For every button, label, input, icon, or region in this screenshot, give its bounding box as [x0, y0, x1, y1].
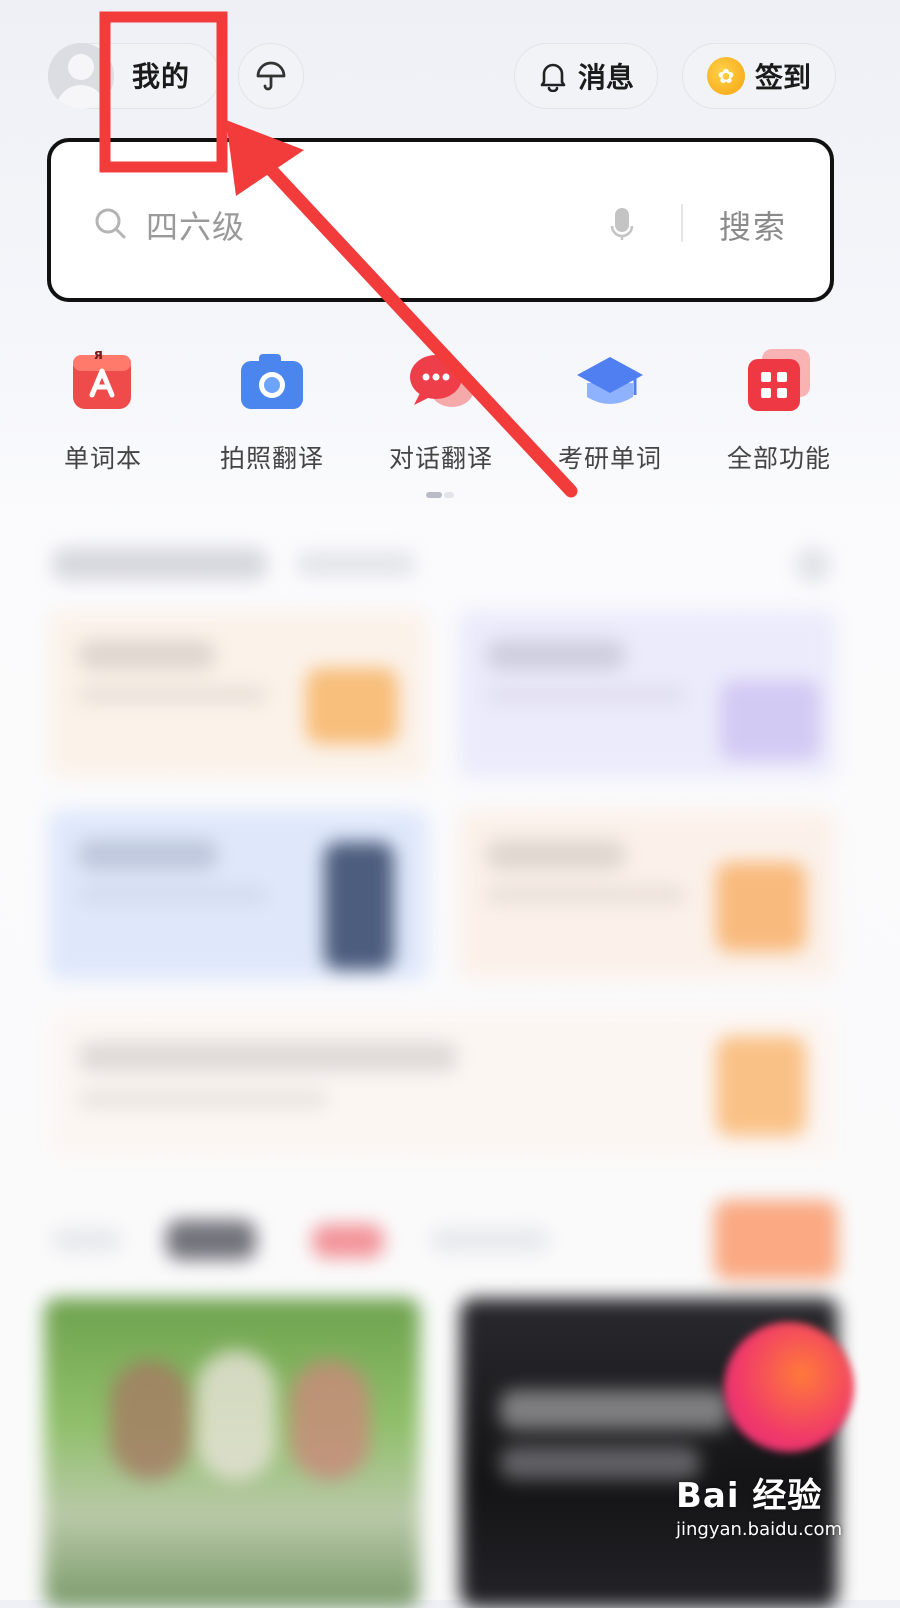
watermark-sub: jingyan.baidu.com: [676, 1519, 843, 1540]
annotation-arrow: [255, 153, 578, 498]
highlight-box: [99, 11, 228, 173]
annotation-overlay: [99, 11, 578, 498]
watermark-main: Bai 经验: [676, 1476, 823, 1516]
watermark: Bai 经验 jingyan.baidu.com: [676, 1468, 886, 1540]
